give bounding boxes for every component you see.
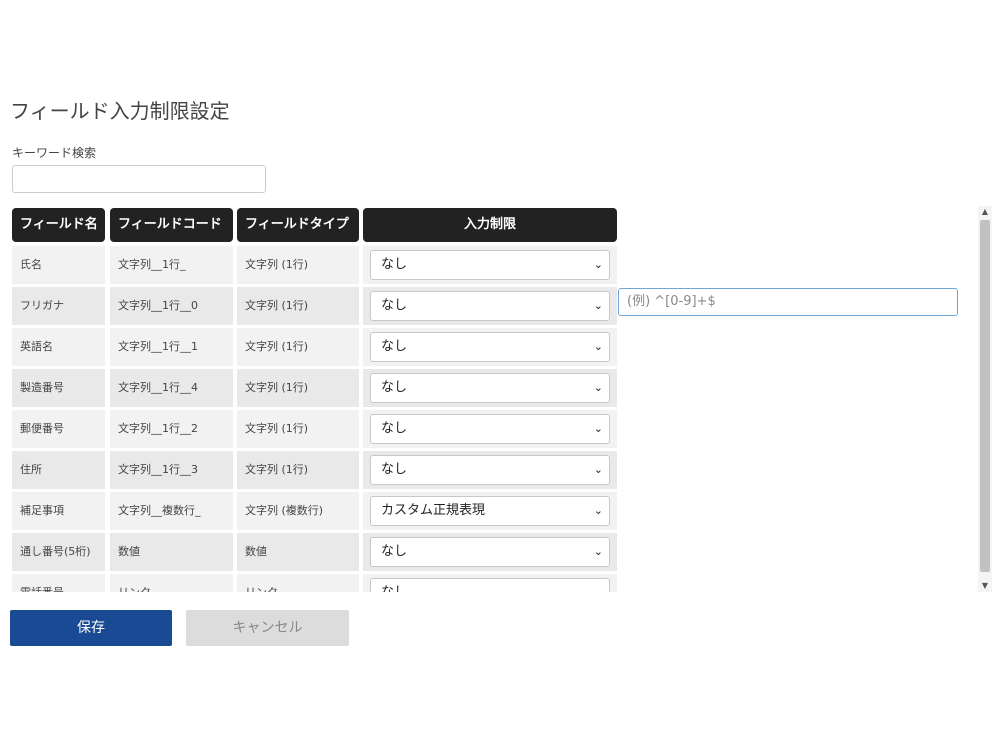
search-label: キーワード検索 [12, 146, 97, 160]
cell-field-code: 文字列__1行__4 [110, 369, 233, 407]
cell-field-name: 製造番号 [12, 369, 105, 407]
cell-field-name: フリガナ [12, 287, 105, 325]
cell-field-type: 文字列 (1行) [237, 410, 359, 448]
restriction-select[interactable]: なし ⌄ [370, 414, 610, 444]
restriction-select-value: なし [381, 339, 408, 354]
header-field-code: フィールドコード [110, 208, 233, 242]
cell-field-code: 文字列__1行_ [110, 246, 233, 284]
cell-field-name: 電話番号 [12, 574, 105, 592]
table-scrollbar[interactable]: ▲ ▼ [978, 206, 992, 592]
chevron-down-icon: ⌄ [593, 504, 603, 517]
cell-field-code: 文字列__複数行_ [110, 492, 233, 530]
restriction-select-value: カスタム正規表現 [381, 503, 486, 518]
cell-field-type: 文字列 (1行) [237, 287, 359, 325]
cell-field-code: 文字列__1行__2 [110, 410, 233, 448]
chevron-down-icon: ⌄ [593, 545, 603, 558]
restriction-select-value: なし [381, 462, 408, 477]
restriction-select[interactable]: なし ⌄ [370, 578, 610, 592]
restriction-select[interactable]: なし ⌄ [370, 373, 610, 403]
cell-field-type: リンク [237, 574, 359, 592]
header-field-type: フィールドタイプ [237, 208, 359, 242]
cell-field-name: 通し番号(5桁) [12, 533, 105, 571]
cell-field-name: 補足事項 [12, 492, 105, 530]
save-button[interactable]: 保存 [10, 610, 172, 646]
page-title: フィールド入力制限設定 [10, 99, 230, 123]
chevron-down-icon: ⌄ [593, 463, 603, 476]
cell-field-type: 文字列 (1行) [237, 246, 359, 284]
restriction-select[interactable]: なし ⌄ [370, 291, 610, 321]
cell-field-type: 文字列 (1行) [237, 451, 359, 489]
chevron-down-icon: ⌄ [594, 579, 603, 592]
search-input[interactable] [12, 165, 266, 193]
restriction-select-value: なし [381, 257, 408, 272]
field-table: フィールド名 フィールドコード フィールドタイプ 入力制限 氏名 文字列__1行_… [10, 206, 995, 592]
restriction-select[interactable]: カスタム正規表現 ⌄ [370, 496, 610, 526]
restriction-select-value: なし [381, 380, 408, 395]
cell-field-type: 数値 [237, 533, 359, 571]
restriction-select[interactable]: なし ⌄ [370, 455, 610, 485]
header-field-name: フィールド名 [12, 208, 105, 242]
cell-field-name: 氏名 [12, 246, 105, 284]
scroll-thumb[interactable] [980, 220, 990, 572]
cell-field-name: 住所 [12, 451, 105, 489]
cell-field-code: 文字列__1行__1 [110, 328, 233, 366]
cell-field-code: 文字列__1行__3 [110, 451, 233, 489]
regex-input[interactable]: (例) ^[0-9]+$ [618, 288, 958, 316]
cell-field-name: 郵便番号 [12, 410, 105, 448]
scroll-up-arrow-icon[interactable]: ▲ [978, 206, 992, 218]
cell-field-type: 文字列 (複数行) [237, 492, 359, 530]
cell-field-code: 文字列__1行__0 [110, 287, 233, 325]
chevron-down-icon: ⌄ [593, 340, 603, 353]
header-input-restriction: 入力制限 [363, 208, 617, 242]
cancel-button[interactable]: キャンセル [186, 610, 349, 646]
restriction-select[interactable]: なし ⌄ [370, 537, 610, 567]
cell-field-type: 文字列 (1行) [237, 369, 359, 407]
cell-field-code: リンク [110, 574, 233, 592]
restriction-select[interactable]: なし ⌄ [370, 332, 610, 362]
restriction-select-value: なし [381, 544, 408, 559]
chevron-down-icon: ⌄ [593, 258, 603, 271]
cell-field-code: 数値 [110, 533, 233, 571]
cell-field-type: 文字列 (1行) [237, 328, 359, 366]
restriction-select-value: なし [381, 585, 407, 592]
restriction-select[interactable]: なし ⌄ [370, 250, 610, 280]
cell-field-name: 英語名 [12, 328, 105, 366]
chevron-down-icon: ⌄ [593, 422, 603, 435]
restriction-select-value: なし [381, 421, 408, 436]
chevron-down-icon: ⌄ [593, 299, 603, 312]
restriction-select-value: なし [381, 298, 408, 313]
scroll-down-arrow-icon[interactable]: ▼ [978, 580, 992, 592]
chevron-down-icon: ⌄ [593, 381, 603, 394]
